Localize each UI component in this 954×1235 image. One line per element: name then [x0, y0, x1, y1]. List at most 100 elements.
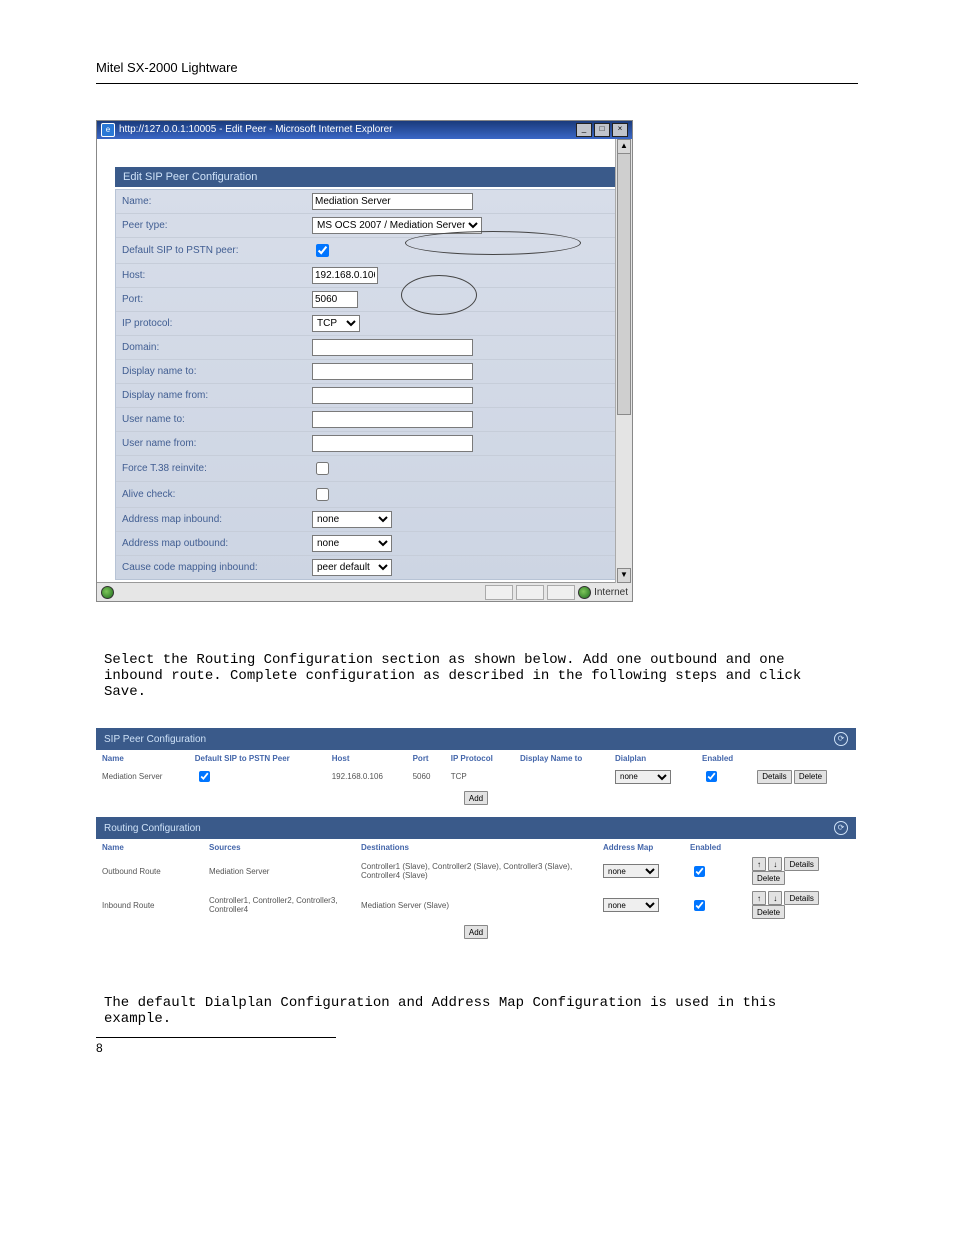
label-peer-type: Peer type: — [122, 220, 312, 231]
port-input[interactable] — [312, 291, 358, 308]
scroll-down-icon[interactable]: ▼ — [617, 568, 631, 583]
label-addr-map-in: Address map inbound: — [122, 514, 312, 525]
user-name-to-input[interactable] — [312, 411, 473, 428]
addr-map-in-select[interactable]: none — [312, 511, 392, 528]
status-cell — [485, 585, 513, 600]
peer-type-select[interactable]: MS OCS 2007 / Mediation Server — [312, 217, 482, 234]
scroll-up-icon[interactable]: ▲ — [617, 139, 631, 154]
label-ip-protocol: IP protocol: — [122, 318, 312, 329]
move-up-button[interactable]: ↑ — [752, 857, 766, 871]
force-t38-checkbox[interactable] — [316, 462, 329, 475]
col-host: Host — [326, 750, 407, 765]
ip-protocol-select[interactable]: TCP — [312, 315, 360, 332]
alive-check-checkbox[interactable] — [316, 488, 329, 501]
cell-sources: Mediation Server — [203, 854, 355, 888]
ie-window: e http://127.0.0.1:10005 - Edit Peer - M… — [96, 120, 633, 602]
user-name-from-input[interactable] — [312, 435, 473, 452]
host-input[interactable] — [312, 267, 378, 284]
label-domain: Domain: — [122, 342, 312, 353]
vertical-scrollbar[interactable]: ▲ ▼ — [615, 139, 632, 583]
display-name-from-input[interactable] — [312, 387, 473, 404]
row-addr-map-select[interactable]: none — [603, 864, 659, 878]
label-name: Name: — [122, 196, 312, 207]
label-cause-code: Cause code mapping inbound: — [122, 562, 312, 573]
reload-icon[interactable]: ⟳ — [834, 821, 848, 835]
details-button[interactable]: Details — [784, 857, 818, 871]
row-enabled-checkbox[interactable] — [694, 900, 705, 911]
col-dialplan: Dialplan — [609, 750, 696, 765]
col-addr-map: Address Map — [597, 839, 684, 854]
sip-peer-section-bar: SIP Peer Configuration ⟳ — [96, 728, 856, 750]
body-text-1: Select the Routing Configuration section… — [96, 652, 858, 700]
row-dialplan-select[interactable]: none — [615, 770, 671, 784]
cell-name: Mediation Server — [96, 765, 189, 788]
col-enabled: Enabled — [684, 839, 746, 854]
sip-peer-section-title: SIP Peer Configuration — [104, 734, 834, 745]
status-cell — [516, 585, 544, 600]
sip-peer-table: Name Default SIP to PSTN Peer Host Port … — [96, 750, 856, 811]
move-down-button[interactable]: ↓ — [768, 891, 782, 905]
row-addr-map-select[interactable]: none — [603, 898, 659, 912]
ie-icon: e — [101, 123, 115, 137]
add-button[interactable]: Add — [464, 925, 488, 939]
reload-icon[interactable]: ⟳ — [834, 732, 848, 746]
cell-ipproto: TCP — [445, 765, 514, 788]
name-input[interactable] — [312, 193, 473, 210]
label-user-name-from: User name from: — [122, 438, 312, 449]
default-sip-pstn-checkbox[interactable] — [316, 244, 329, 257]
delete-button[interactable]: Delete — [794, 770, 827, 784]
col-sources: Sources — [203, 839, 355, 854]
table-row: Inbound Route Controller1, Controller2, … — [96, 888, 856, 922]
add-button[interactable]: Add — [464, 791, 488, 805]
footer-rule — [96, 1037, 336, 1038]
body-text-2: The default Dialplan Configuration and A… — [96, 995, 858, 1027]
routing-table: Name Sources Destinations Address Map En… — [96, 839, 856, 945]
routing-section-title: Routing Configuration — [104, 823, 834, 834]
col-name: Name — [96, 839, 203, 854]
page-number: 8 — [96, 1041, 858, 1055]
label-display-name-to: Display name to: — [122, 366, 312, 377]
ie-window-title: http://127.0.0.1:10005 - Edit Peer - Mic… — [119, 121, 392, 139]
window-max-button[interactable]: □ — [594, 123, 610, 137]
status-zone-text: Internet — [594, 587, 628, 598]
move-down-button[interactable]: ↓ — [768, 857, 782, 871]
label-display-name-from: Display name from: — [122, 390, 312, 401]
row-enabled-checkbox[interactable] — [694, 866, 705, 877]
col-display-name-to: Display Name to — [514, 750, 609, 765]
window-min-button[interactable]: _ — [576, 123, 592, 137]
cell-destinations: Mediation Server (Slave) — [355, 888, 597, 922]
cell-name: Inbound Route — [96, 888, 203, 922]
move-up-button[interactable]: ↑ — [752, 891, 766, 905]
routing-section-bar: Routing Configuration ⟳ — [96, 817, 856, 839]
row-default-checkbox[interactable] — [199, 771, 210, 782]
table-row: Outbound Route Mediation Server Controll… — [96, 854, 856, 888]
delete-button[interactable]: Delete — [752, 905, 785, 919]
label-alive-check: Alive check: — [122, 489, 312, 500]
details-button[interactable]: Details — [757, 770, 791, 784]
domain-input[interactable] — [312, 339, 473, 356]
table-row: Mediation Server 192.168.0.106 5060 TCP … — [96, 765, 856, 788]
label-force-t38: Force T.38 reinvite: — [122, 463, 312, 474]
col-ipproto: IP Protocol — [445, 750, 514, 765]
label-host: Host: — [122, 270, 312, 281]
delete-button[interactable]: Delete — [752, 871, 785, 885]
cause-code-select[interactable]: peer default — [312, 559, 392, 576]
display-name-to-input[interactable] — [312, 363, 473, 380]
label-default-sip-pstn: Default SIP to PSTN peer: — [122, 245, 312, 256]
cell-host: 192.168.0.106 — [326, 765, 407, 788]
window-close-button[interactable]: × — [612, 123, 628, 137]
cell-destinations: Controller1 (Slave), Controller2 (Slave)… — [355, 854, 597, 888]
ie-status-globe-icon — [101, 586, 114, 599]
cell-port: 5060 — [407, 765, 445, 788]
details-button[interactable]: Details — [784, 891, 818, 905]
row-enabled-checkbox[interactable] — [706, 771, 717, 782]
section-title: Edit SIP Peer Configuration — [115, 167, 616, 187]
cell-display-name-to — [514, 765, 609, 788]
addr-map-out-select[interactable]: none — [312, 535, 392, 552]
scroll-thumb[interactable] — [617, 153, 631, 415]
label-addr-map-out: Address map outbound: — [122, 538, 312, 549]
label-port: Port: — [122, 294, 312, 305]
ie-titlebar: e http://127.0.0.1:10005 - Edit Peer - M… — [97, 121, 632, 139]
ie-status-bar: Internet — [97, 582, 632, 601]
col-destinations: Destinations — [355, 839, 597, 854]
